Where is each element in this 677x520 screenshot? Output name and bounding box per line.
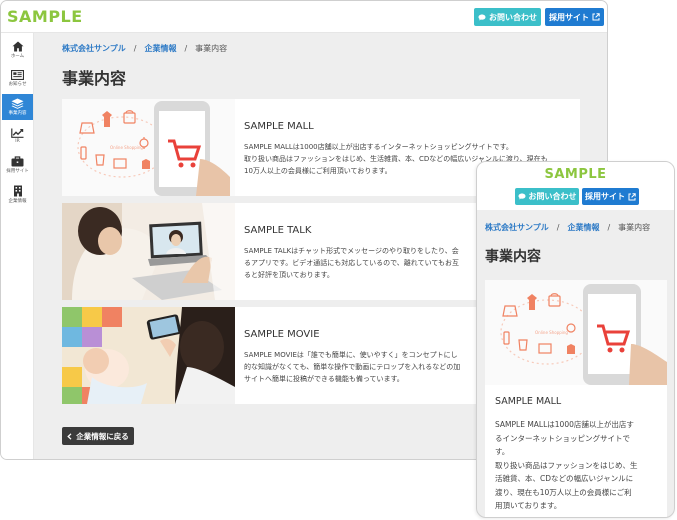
contact-button-label: お問い合わせ xyxy=(489,12,537,22)
service-name: SAMPLE TALK xyxy=(244,225,312,236)
breadcrumb: 株式会社サンプル / 企業情報 / 事業内容 xyxy=(485,222,650,233)
sidebar-item-label: 採用サイト xyxy=(6,169,29,174)
chat-bubble-icon xyxy=(478,14,486,20)
briefcase-icon xyxy=(11,156,24,167)
desc-line: 用頂いております。 xyxy=(495,501,562,510)
sidebar-item-label: 事業内容 xyxy=(8,111,27,116)
talk-image xyxy=(62,203,235,300)
chevron-left-icon xyxy=(67,432,72,440)
service-description: SAMPLE MALLは1000店舗以上が出店す るインターネットショッピングサ… xyxy=(495,418,663,513)
mall-image: Online Shopping xyxy=(62,99,235,196)
service-name: SAMPLE MALL xyxy=(244,121,314,132)
home-icon xyxy=(12,41,23,52)
news-icon xyxy=(11,69,24,80)
sidebar-item-company[interactable]: 企業情報 xyxy=(2,181,33,207)
sidebar-nav: ホーム お知らせ 事業内容 IR 採用サイト 企業情報 xyxy=(1,33,34,459)
chart-icon xyxy=(11,128,24,138)
site-logo[interactable]: SAMPLE xyxy=(477,167,674,182)
mobile-header: SAMPLE お問い合わせ 採用サイト xyxy=(477,162,674,210)
sidebar-item-home[interactable]: ホーム xyxy=(2,37,33,63)
breadcrumb-current: 事業内容 xyxy=(618,223,651,232)
external-link-icon xyxy=(592,13,600,21)
breadcrumb-separator: / xyxy=(184,44,188,53)
page-title: 事業内容 xyxy=(62,69,127,88)
page-title: 事業内容 xyxy=(485,249,541,265)
desc-line: るインターネットショッピングサイトで xyxy=(495,433,630,443)
sidebar-item-label: ホーム xyxy=(10,54,25,59)
service-name: SAMPLE MOVIE xyxy=(244,329,320,340)
external-link-icon xyxy=(628,192,636,200)
breadcrumb-separator: / xyxy=(133,44,137,53)
recruit-site-button[interactable]: 採用サイト xyxy=(582,188,639,205)
mall-image: Online Shopping xyxy=(485,280,667,385)
service-card-mall[interactable]: Online Shopping SAMPLE MALL SAMPLE MALLは… xyxy=(485,280,667,517)
breadcrumb-separator: / xyxy=(556,223,560,232)
contact-button[interactable]: お問い合わせ xyxy=(474,8,541,26)
breadcrumb: 株式会社サンプル / 企業情報 / 事業内容 xyxy=(62,43,227,54)
back-button-label: 企業情報に戻る xyxy=(76,431,129,441)
breadcrumb-link-corporate-info[interactable]: 企業情報 xyxy=(567,222,599,233)
sidebar-item-label: 企業情報 xyxy=(8,198,27,204)
breadcrumb-link-corporate-info[interactable]: 企業情報 xyxy=(144,43,176,54)
sidebar-item-business[interactable]: 事業内容 xyxy=(2,94,33,120)
desc-line: 渡り、現在も10万人以上の会員様にご利 xyxy=(495,487,632,497)
building-icon xyxy=(13,185,22,196)
recruit-button-label: 採用サイト xyxy=(549,12,589,22)
site-header: SAMPLE お問い合わせ 採用サイト xyxy=(1,1,607,33)
layers-icon xyxy=(11,98,24,109)
movie-image xyxy=(62,307,235,404)
chat-bubble-icon xyxy=(518,193,525,200)
breadcrumb-link-company[interactable]: 株式会社サンプル xyxy=(485,222,549,233)
recruit-button-label: 採用サイト xyxy=(585,192,625,201)
desc-line: 活雑貨、本、CDなどの幅広いジャンルに xyxy=(495,474,634,483)
contact-button[interactable]: お問い合わせ xyxy=(515,188,579,205)
recruit-site-button[interactable]: 採用サイト xyxy=(545,8,604,26)
svg-text:Online Shopping: Online Shopping xyxy=(535,330,568,335)
desc-line: SAMPLE MALLは1000店舗以上が出店す xyxy=(495,420,634,429)
sidebar-item-recruit[interactable]: 採用サイト xyxy=(2,152,33,178)
mobile-window: SAMPLE お問い合わせ 採用サイト 株式会社サンプル / 企業情報 / 事業… xyxy=(476,161,675,518)
sidebar-item-label: お知らせ xyxy=(8,81,27,87)
breadcrumb-current: 事業内容 xyxy=(195,44,228,53)
svg-text:Online Shopping: Online Shopping xyxy=(110,145,143,150)
desc-line: 取り扱い商品はファッションをはじめ、生 xyxy=(495,460,638,470)
sidebar-item-news[interactable]: お知らせ xyxy=(2,65,33,91)
breadcrumb-link-company[interactable]: 株式会社サンプル xyxy=(62,43,126,54)
service-name: SAMPLE MALL xyxy=(495,396,562,407)
site-logo[interactable]: SAMPLE xyxy=(7,7,83,26)
breadcrumb-separator: / xyxy=(607,223,611,232)
sidebar-item-ir[interactable]: IR xyxy=(2,123,33,149)
sidebar-item-label: IR xyxy=(15,139,20,144)
contact-button-label: お問い合わせ xyxy=(528,192,577,201)
back-to-company-button[interactable]: 企業情報に戻る xyxy=(62,427,134,445)
desc-line: SAMPLE MALLは1000店舗以上が出店するインターネットショッピングサイ… xyxy=(244,143,513,151)
desc-line: す。 xyxy=(495,447,510,456)
